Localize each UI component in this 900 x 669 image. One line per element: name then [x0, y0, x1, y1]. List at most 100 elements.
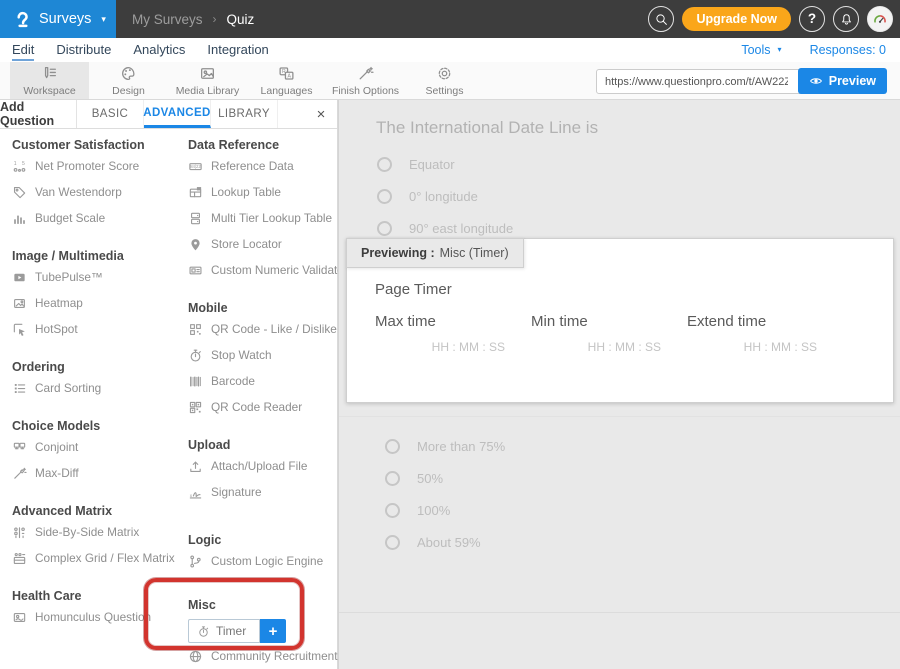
nav-item-integration[interactable]: Integration: [196, 41, 279, 59]
chevron-down-icon: ▾: [101, 15, 106, 24]
panel-item[interactable]: Card Sorting: [12, 375, 176, 401]
max-time-field: Max time HH : MM : SS: [375, 313, 505, 354]
qr-icon: [188, 322, 203, 337]
toolbar-item-settings[interactable]: Settings: [405, 62, 484, 99]
workspace-icon: [41, 65, 58, 82]
nav-item-analytics[interactable]: Analytics: [122, 41, 196, 59]
panel-item[interactable]: Multi Tier Lookup Table: [188, 205, 338, 231]
product-name: Surveys: [39, 11, 91, 27]
min-time-input[interactable]: HH : MM : SS: [531, 340, 661, 354]
panel-item[interactable]: Barcode: [188, 368, 338, 394]
nav-item-edit[interactable]: Edit: [1, 41, 45, 59]
account-gauge-button[interactable]: [867, 6, 893, 32]
radio-button[interactable]: [385, 503, 400, 518]
logo-icon: [13, 10, 32, 29]
panel-item[interactable]: Budget Scale: [12, 205, 176, 231]
panel-item[interactable]: QR Code Reader: [188, 394, 338, 420]
nav-item-distribute[interactable]: Distribute: [45, 41, 122, 59]
radio-button[interactable]: [377, 189, 392, 204]
tab-library[interactable]: LIBRARY: [211, 100, 278, 128]
breadcrumb-current: Quiz: [227, 12, 255, 27]
conjoint-icon: [12, 440, 27, 455]
max-time-input[interactable]: HH : MM : SS: [375, 340, 505, 354]
toolbar-item-workspace[interactable]: Workspace: [10, 62, 89, 99]
radio-button[interactable]: [377, 221, 392, 236]
radio-button[interactable]: [385, 439, 400, 454]
panel-group: Image / Multimedia TubePulse™ Heatmap Ho…: [12, 249, 176, 342]
panel-item[interactable]: Community Recruitment: [188, 643, 338, 669]
preview-button[interactable]: Preview: [798, 68, 887, 94]
tools-menu[interactable]: Tools ▾: [741, 43, 781, 57]
upgrade-button[interactable]: Upgrade Now: [682, 7, 791, 31]
group-title: Upload: [188, 438, 338, 453]
toolbar-item-design[interactable]: Design: [89, 62, 168, 99]
tab-basic[interactable]: BASIC: [77, 100, 144, 128]
section-divider: [339, 612, 900, 613]
panel-item[interactable]: Store Locator: [188, 231, 338, 257]
option-row: About 59%: [385, 526, 505, 558]
multitier-icon: [188, 211, 203, 226]
panel-item[interactable]: TubePulse™: [12, 264, 176, 290]
panel-item[interactable]: Stop Watch: [188, 342, 338, 368]
svg-text:x: x: [190, 492, 193, 497]
notifications-button[interactable]: [833, 6, 859, 32]
group-title: Customer Satisfaction: [12, 138, 176, 153]
panel-item[interactable]: xSignature: [188, 479, 338, 505]
tab-advanced[interactable]: ADVANCED: [144, 100, 211, 128]
barcode-icon: [188, 374, 203, 389]
help-button[interactable]: ?: [799, 6, 825, 32]
languages-icon: RA: [278, 65, 295, 82]
panel-item[interactable]: Homunculus Question: [12, 604, 176, 630]
panel-item[interactable]: Max-Diff: [12, 460, 176, 486]
extend-time-input[interactable]: HH : MM : SS: [687, 340, 817, 354]
svg-text:1: 1: [14, 161, 17, 167]
page-timer-heading: Page Timer: [375, 281, 452, 298]
breadcrumb-separator-icon: ›: [213, 12, 217, 26]
panel-item[interactable]: Custom Numeric Validator: [188, 257, 338, 283]
section-divider: [339, 416, 900, 417]
radio-button[interactable]: [385, 471, 400, 486]
survey-canvas: The International Date Line is Equator 0…: [338, 100, 900, 669]
timer-chip[interactable]: Timer: [188, 619, 260, 643]
responses-count[interactable]: Responses: 0: [810, 43, 886, 57]
bell-icon: [840, 13, 853, 26]
panel-item[interactable]: 15Net Promoter Score: [12, 153, 176, 179]
cgrid-icon: [12, 551, 27, 566]
group-title: Choice Models: [12, 419, 176, 434]
add-timer-button[interactable]: +: [260, 619, 286, 643]
homunculus-icon: [12, 610, 27, 625]
question2-options: More than 75% 50% 100% About 59%: [385, 430, 505, 558]
lookup-icon: [188, 185, 203, 200]
radio-button[interactable]: [377, 157, 392, 172]
group-title: Misc: [188, 598, 338, 613]
close-icon[interactable]: ×: [305, 100, 337, 128]
upload-icon: [188, 459, 203, 474]
panel-item[interactable]: Lookup Table: [188, 179, 338, 205]
panel-item[interactable]: Van Westendorp: [12, 179, 176, 205]
panel-item[interactable]: 84|22Reference Data: [188, 153, 338, 179]
panel-item[interactable]: QR Code - Like / Dislike: [188, 316, 338, 342]
svg-text:R: R: [282, 68, 286, 74]
add-question-button[interactable]: Add Question: [0, 100, 77, 128]
panel-item[interactable]: Attach/Upload File: [188, 453, 338, 479]
panel-item[interactable]: HotSpot: [12, 316, 176, 342]
panel-item[interactable]: Complex Grid / Flex Matrix: [12, 545, 176, 571]
wand-icon: [12, 466, 27, 481]
panel-column-1: Customer Satisfaction 15Net Promoter Sco…: [0, 129, 176, 630]
toolbar-item-languages[interactable]: RA Languages: [247, 62, 326, 99]
panel-group-misc: Misc Timer +: [188, 598, 338, 643]
product-switcher[interactable]: Surveys ▾: [0, 0, 116, 38]
qr2-icon: [188, 400, 203, 415]
panel-item[interactable]: Side-By-Side Matrix: [12, 519, 176, 545]
panel-item[interactable]: Conjoint: [12, 434, 176, 460]
toolbar-item-media-library[interactable]: Media Library: [168, 62, 247, 99]
breadcrumb-parent[interactable]: My Surveys: [132, 12, 203, 27]
survey-url-input[interactable]: [597, 76, 790, 88]
panel-item[interactable]: Custom Logic Engine: [188, 548, 338, 574]
list-icon: [12, 381, 27, 396]
eye-icon: [809, 74, 823, 88]
radio-button[interactable]: [385, 535, 400, 550]
toolbar-item-finish-options[interactable]: Finish Options: [326, 62, 405, 99]
panel-item[interactable]: Heatmap: [12, 290, 176, 316]
search-button[interactable]: [648, 6, 674, 32]
